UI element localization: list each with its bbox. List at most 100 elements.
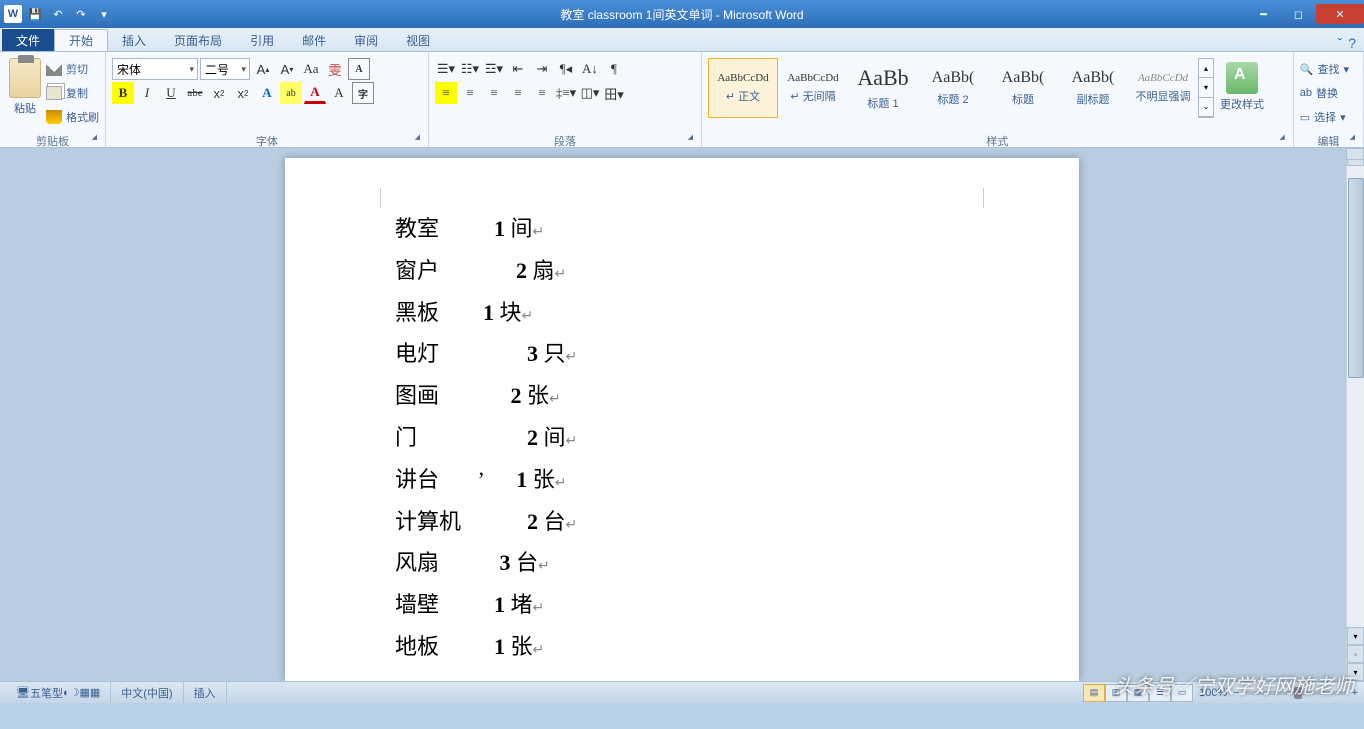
find-icon: 🔍	[1300, 63, 1314, 76]
style-4[interactable]: AaBb(标题	[988, 58, 1058, 118]
paste-button[interactable]: 粘贴	[6, 54, 44, 131]
document-line[interactable]: 教室 1 间↵	[395, 208, 969, 250]
select-icon: ▭	[1300, 111, 1310, 124]
sort-button[interactable]: A↓	[579, 58, 601, 80]
superscript-button[interactable]: x2	[232, 82, 254, 104]
align-center-button[interactable]: ≡	[459, 82, 481, 104]
tab-insert[interactable]: 插入	[108, 29, 160, 51]
group-edit: 🔍查找 ▾ ab替换 ▭选择 ▾ 编辑	[1294, 52, 1364, 147]
shading-button[interactable]: ◫▾	[579, 82, 601, 104]
maximize-button[interactable]: ◻	[1281, 4, 1316, 24]
ime-indicator[interactable]: 🖥 五笔型 ◐☽▦▦	[6, 682, 111, 703]
document-line[interactable]: 讲台 ’ 1 张↵	[395, 459, 969, 501]
tab-view[interactable]: 视图	[392, 29, 444, 51]
vertical-scrollbar[interactable]: ▴ ▾ ◦ ▾	[1346, 148, 1364, 681]
ribbon-tabs: 文件 开始 插入 页面布局 引用 邮件 审阅 视图 ˇ ?	[0, 28, 1364, 52]
shrink-font-button[interactable]: A▾	[276, 58, 298, 80]
change-case-button[interactable]: Aa	[300, 58, 322, 80]
document-line[interactable]: 地板 1 张↵	[395, 626, 969, 668]
font-color-button[interactable]: A	[304, 82, 326, 104]
multilevel-button[interactable]: ☲▾	[483, 58, 505, 80]
tab-mailings[interactable]: 邮件	[288, 29, 340, 51]
style-1[interactable]: AaBbCcDd↵ 无间隔	[778, 58, 848, 118]
align-left-button[interactable]: ≡	[435, 82, 457, 104]
align-right-button[interactable]: ≡	[483, 82, 505, 104]
group-paragraph: ☰▾ ☷▾ ☲▾ ⇤ ⇥ ¶◂ A↓ ¶ ≡ ≡ ≡ ≡ ≡ ‡≡▾ ◫▾ 田▾…	[429, 52, 702, 147]
document-line[interactable]: 窗户 2 扇↵	[395, 250, 969, 292]
align-distribute-button[interactable]: ≡	[531, 82, 553, 104]
language-indicator[interactable]: 中文(中国)	[111, 682, 183, 703]
show-marks-button[interactable]: ¶	[603, 58, 625, 80]
qat-undo-button[interactable]: ↶	[48, 4, 68, 24]
document-area: 教室 1 间↵窗户 2 扇↵黑板 1 块↵电灯 3 只↵图画 2 张↵门 2 间…	[0, 148, 1364, 681]
file-tab[interactable]: 文件	[2, 29, 54, 51]
styles-nav[interactable]: ▴▾⌄	[1198, 58, 1214, 118]
document-line[interactable]: 计算机 2 台↵	[395, 501, 969, 543]
char-shading-button[interactable]: A	[328, 82, 350, 104]
tab-layout[interactable]: 页面布局	[160, 29, 236, 51]
style-0[interactable]: AaBbCcDd↵ 正文	[708, 58, 778, 118]
style-3[interactable]: AaBb(标题 2	[918, 58, 988, 118]
style-6[interactable]: AaBbCcDd不明显强调	[1128, 58, 1198, 118]
qat-redo-button[interactable]: ↷	[71, 4, 91, 24]
find-button[interactable]: 🔍查找 ▾	[1300, 58, 1357, 80]
document-line[interactable]: 图画 2 张↵	[395, 375, 969, 417]
tab-review[interactable]: 审阅	[340, 29, 392, 51]
brush-label: 格式刷	[66, 109, 99, 125]
qat-save-button[interactable]: 💾	[25, 4, 45, 24]
close-button[interactable]: ✕	[1316, 4, 1364, 24]
cut-button[interactable]: 剪切	[46, 58, 99, 80]
style-5[interactable]: AaBb(副标题	[1058, 58, 1128, 118]
replace-button[interactable]: ab替换	[1300, 82, 1357, 104]
tab-references[interactable]: 引用	[236, 29, 288, 51]
insert-mode-indicator[interactable]: 插入	[184, 682, 227, 703]
change-styles-button[interactable]: 更改样式	[1220, 58, 1264, 131]
print-layout-view-button[interactable]: ▤	[1083, 684, 1105, 702]
char-border-button[interactable]: A	[348, 58, 370, 80]
replace-label: 替换	[1316, 85, 1338, 101]
ltr-button[interactable]: ¶◂	[555, 58, 577, 80]
word-icon[interactable]: W	[4, 5, 22, 23]
help-button[interactable]: ?	[1348, 35, 1356, 51]
qat-customize-button[interactable]: ▾	[94, 4, 114, 24]
scroll-down-button[interactable]: ▾	[1347, 627, 1364, 645]
style-2[interactable]: AaBb标题 1	[848, 58, 918, 118]
document-line[interactable]: 风扇 3 台↵	[395, 542, 969, 584]
copy-button[interactable]: 复制	[46, 82, 99, 104]
numbering-button[interactable]: ☷▾	[459, 58, 481, 80]
ribbon-help: ˇ ?	[1338, 35, 1364, 51]
line-spacing-button[interactable]: ‡≡▾	[555, 82, 577, 104]
group-styles: AaBbCcDd↵ 正文AaBbCcDd↵ 无间隔AaBb标题 1AaBb(标题…	[702, 52, 1294, 147]
document-line[interactable]: 墙壁 1 堵↵	[395, 584, 969, 626]
scroll-thumb[interactable]	[1348, 178, 1364, 378]
underline-button[interactable]: U	[160, 82, 182, 104]
subscript-button[interactable]: x2	[208, 82, 230, 104]
clear-format-button[interactable]: 雯	[324, 58, 346, 80]
grow-font-button[interactable]: A▴	[252, 58, 274, 80]
italic-button[interactable]: I	[136, 82, 158, 104]
document-line[interactable]: 黑板 1 块↵	[395, 292, 969, 334]
split-handle[interactable]	[1346, 148, 1364, 160]
enclose-char-button[interactable]: 字	[352, 82, 374, 104]
bullets-button[interactable]: ☰▾	[435, 58, 457, 80]
document-line[interactable]: 门 2 间↵	[395, 417, 969, 459]
text-effects-button[interactable]: A	[256, 82, 278, 104]
strike-button[interactable]: abe	[184, 82, 206, 104]
format-painter-button[interactable]: 格式刷	[46, 106, 99, 128]
font-name-combo[interactable]: 宋体	[112, 58, 198, 80]
minimize-button[interactable]: ━	[1246, 4, 1281, 24]
tab-home[interactable]: 开始	[54, 29, 108, 51]
select-button[interactable]: ▭选择 ▾	[1300, 106, 1357, 128]
minimize-ribbon-button[interactable]: ˇ	[1338, 35, 1343, 51]
document-line[interactable]: 电灯 3 只↵	[395, 333, 969, 375]
highlight-button[interactable]: ab	[280, 82, 302, 104]
bold-button[interactable]: B	[112, 82, 134, 104]
document-page[interactable]: 教室 1 间↵窗户 2 扇↵黑板 1 块↵电灯 3 只↵图画 2 张↵门 2 间…	[285, 158, 1079, 681]
cut-icon	[46, 62, 62, 76]
font-size-combo[interactable]: 二号	[200, 58, 250, 80]
align-justify-button[interactable]: ≡	[507, 82, 529, 104]
increase-indent-button[interactable]: ⇥	[531, 58, 553, 80]
decrease-indent-button[interactable]: ⇤	[507, 58, 529, 80]
borders-button[interactable]: 田▾	[603, 82, 625, 104]
prev-page-button[interactable]: ◦	[1347, 645, 1364, 663]
